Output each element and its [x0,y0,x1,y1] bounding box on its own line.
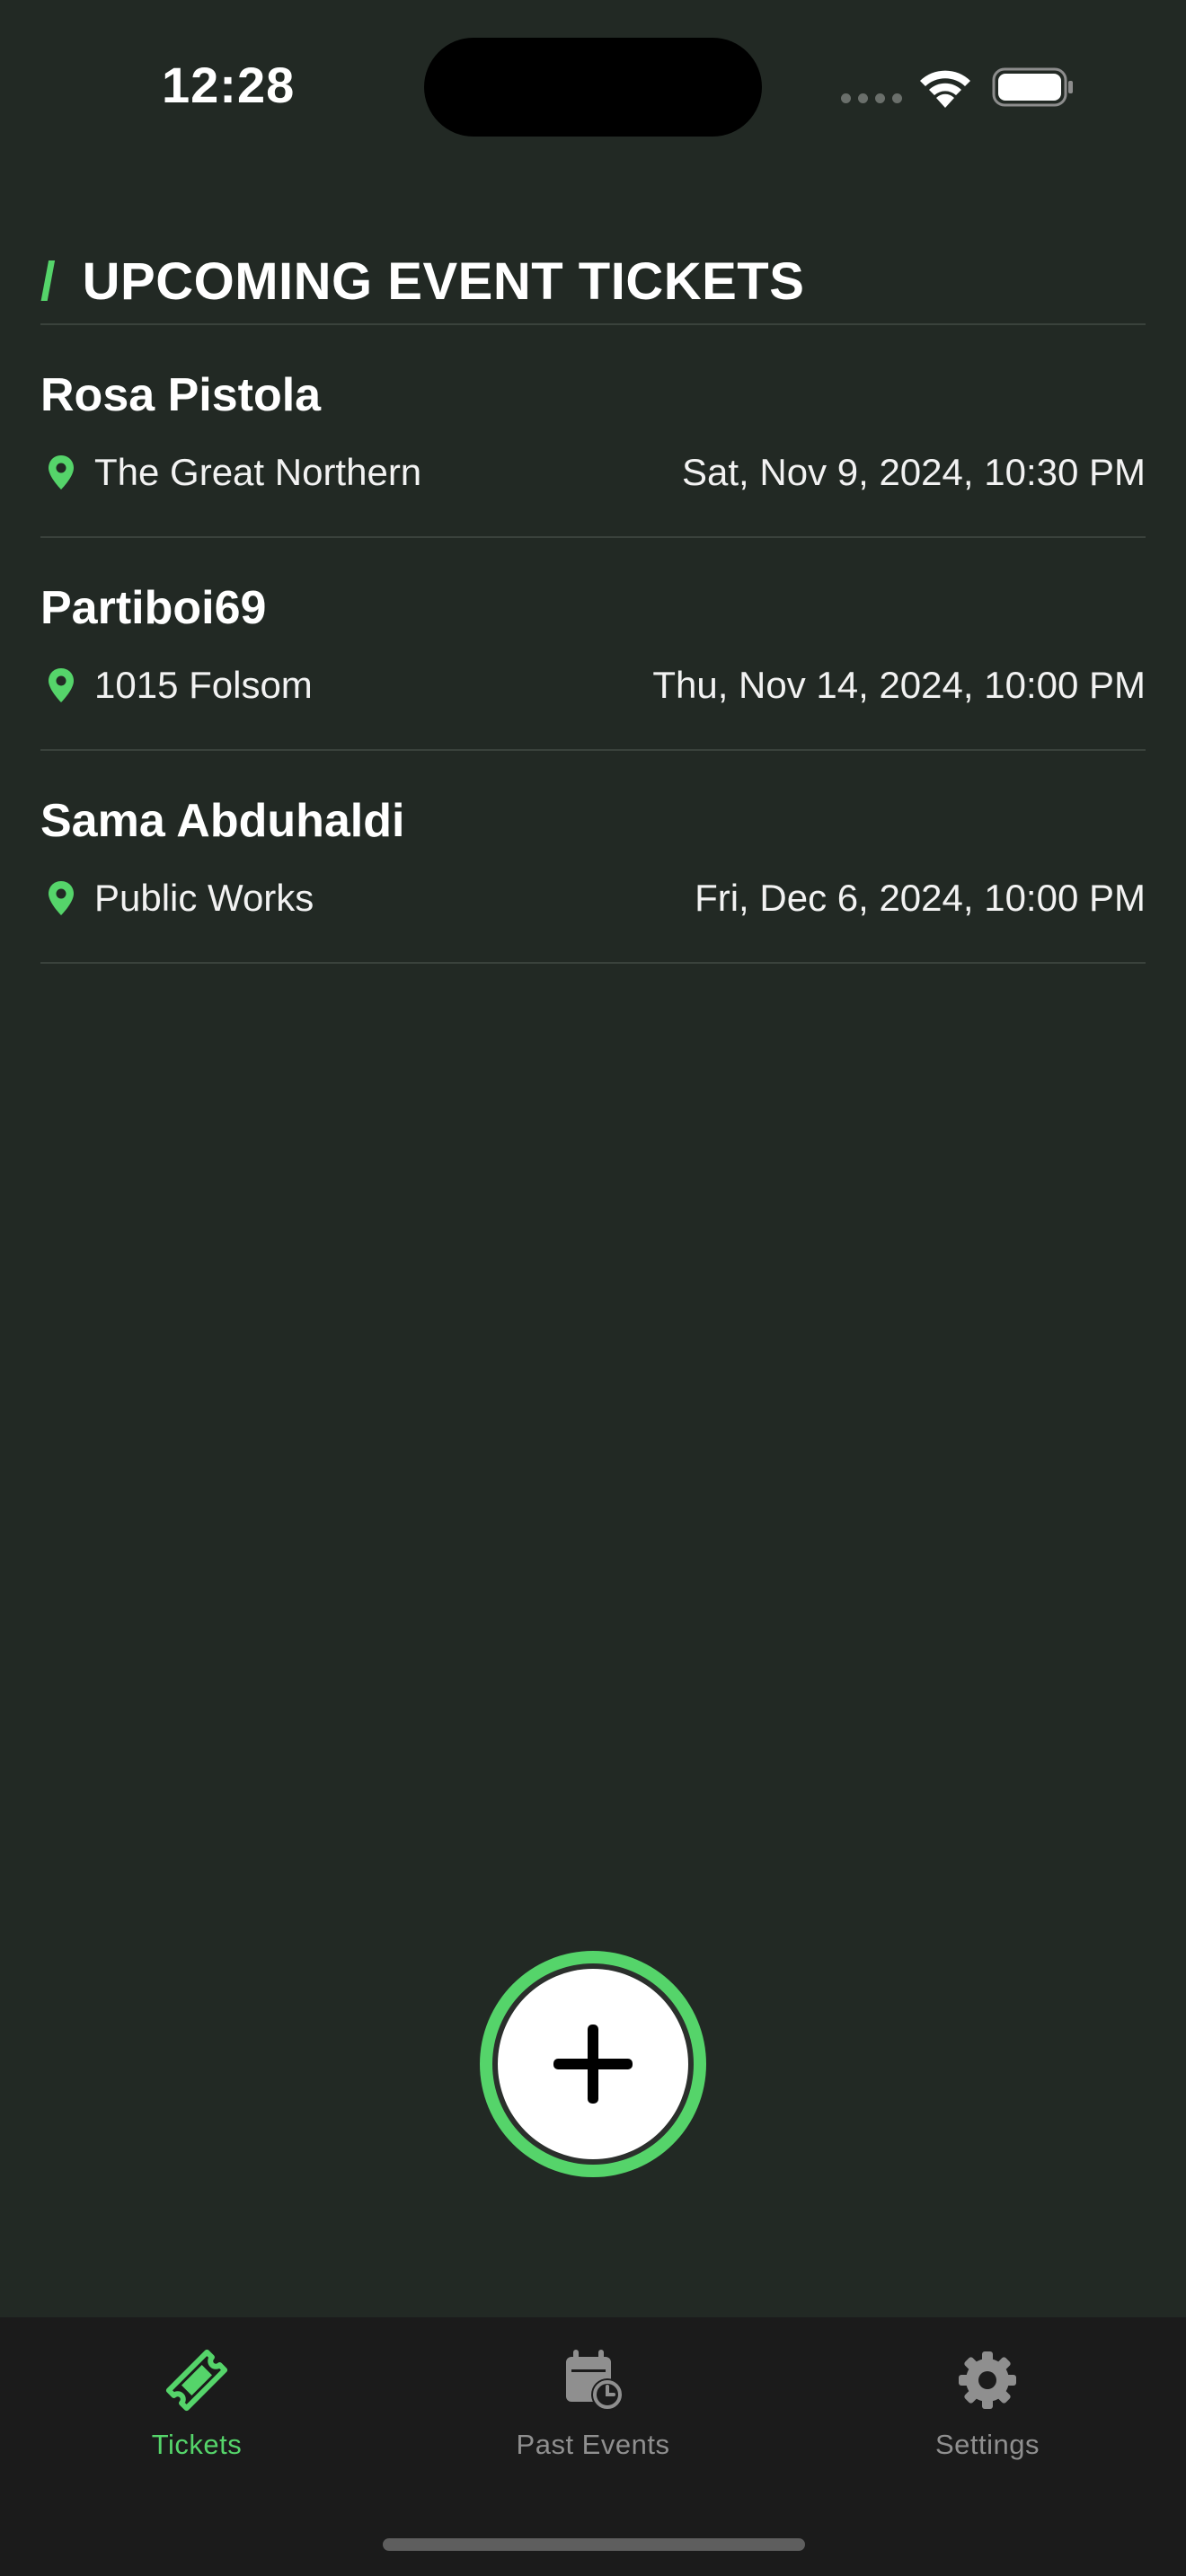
status-time: 12:28 [162,57,296,113]
event-ticket-list: Rosa Pistola The Great Northern Sat, Nov… [40,325,1146,964]
ticket-icon [165,2349,228,2412]
header-slash: / [40,251,56,312]
event-row[interactable]: Partiboi69 1015 Folsom Thu, Nov 14, 2024… [40,538,1146,751]
add-button-ring [492,1963,694,2165]
wifi-icon [920,70,970,108]
event-location: The Great Northern [40,446,421,499]
event-venue: 1015 Folsom [94,664,313,706]
tab-settings[interactable]: Settings [853,2317,1122,2497]
calendar-clock-icon [566,2350,624,2411]
event-name: Partiboi69 [40,582,267,634]
event-location: 1015 Folsom [40,658,313,712]
page-title: UPCOMING EVENT TICKETS [82,251,805,311]
status-bar: 12:28 [0,0,1186,180]
event-venue: Public Works [94,877,314,919]
tab-past-events-label: Past Events [516,2429,670,2460]
event-row[interactable]: Sama Abduhaldi Public Works Fri, Dec 6, … [40,751,1146,964]
event-name: Rosa Pistola [40,369,322,421]
plus-icon [553,2025,633,2104]
tab-past-events[interactable]: Past Events [458,2317,728,2497]
add-button-face [498,1969,688,2159]
event-datetime: Sat, Nov 9, 2024, 10:30 PM [682,451,1146,493]
tab-tickets-label: Tickets [151,2429,243,2460]
tab-tickets[interactable]: Tickets [62,2317,332,2497]
battery-icon [992,67,1073,107]
event-venue: The Great Northern [94,451,422,493]
cellular-signal-icon [841,93,902,106]
event-datetime: Fri, Dec 6, 2024, 10:00 PM [695,877,1146,919]
event-location: Public Works [40,871,314,925]
add-ticket-button[interactable] [480,1951,706,2177]
dynamic-island [424,38,762,137]
gear-icon [959,2351,1016,2409]
location-pin-icon [49,668,74,702]
location-pin-icon [49,881,74,915]
location-pin-icon [49,455,74,490]
tab-bar: Tickets Past Events Settings [0,2317,1186,2576]
home-indicator [383,2538,805,2551]
event-datetime: Thu, Nov 14, 2024, 10:00 PM [652,664,1146,706]
event-name: Sama Abduhaldi [40,795,405,847]
section-header: / UPCOMING EVENT TICKETS [40,243,804,320]
tab-settings-label: Settings [934,2429,1040,2460]
event-row[interactable]: Rosa Pistola The Great Northern Sat, Nov… [40,325,1146,538]
